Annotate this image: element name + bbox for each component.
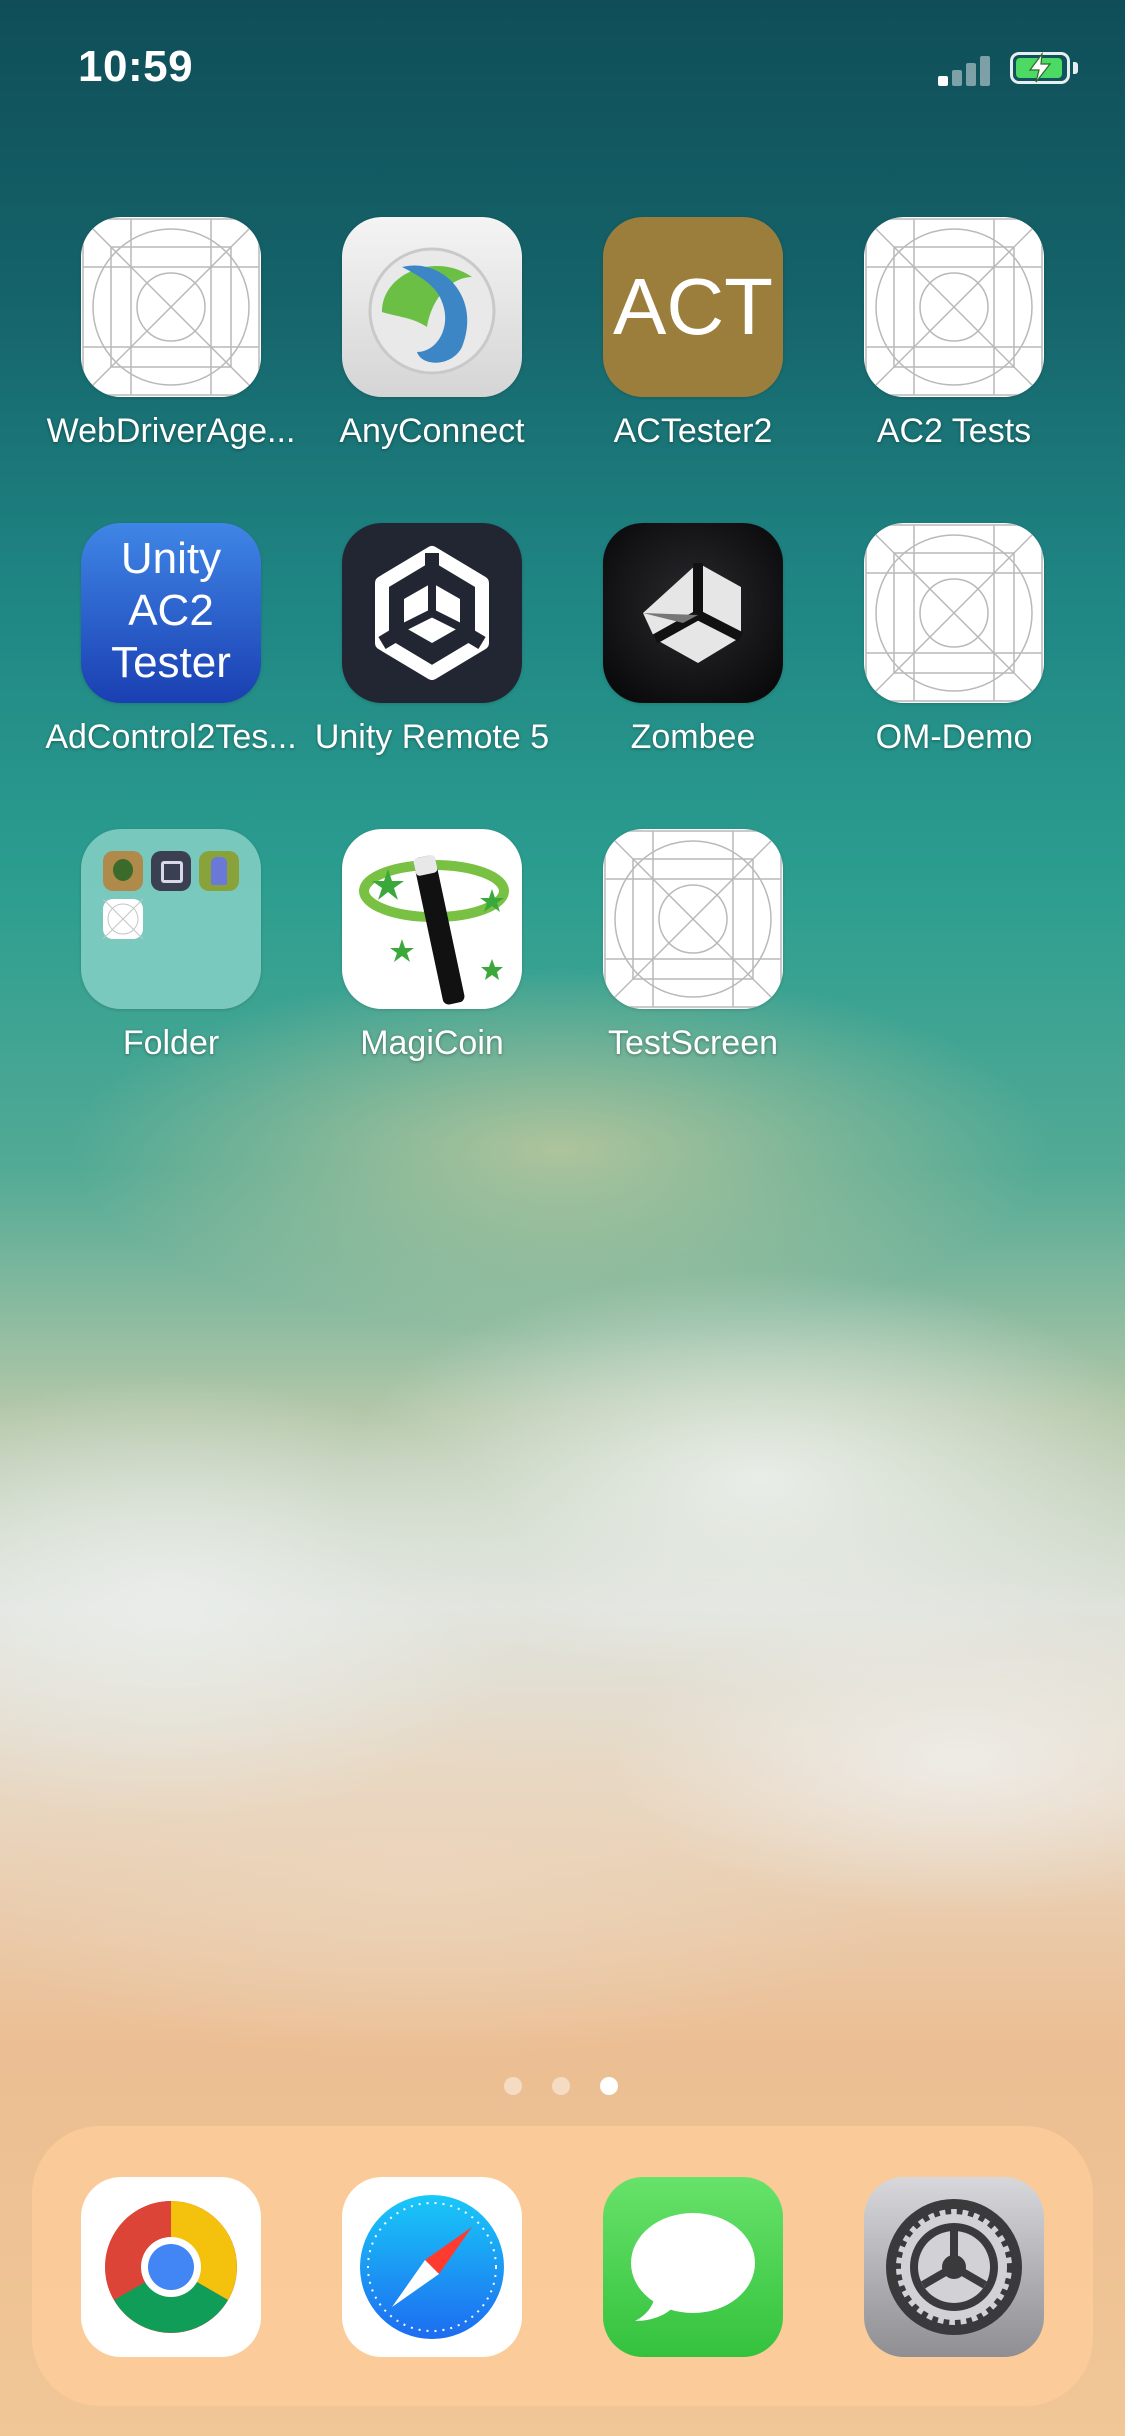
messages-bubble-icon[interactable]	[603, 2177, 783, 2357]
app-label: AdControl2Tes...	[45, 718, 297, 756]
app-unity-remote-5[interactable]: Unity Remote 5	[293, 523, 553, 783]
safari-compass-icon[interactable]	[342, 2177, 522, 2357]
folder-mini-icon-scan	[151, 851, 191, 891]
app-label: Unity Remote 5	[314, 718, 550, 756]
settings-gear-icon[interactable]	[864, 2177, 1044, 2357]
charging-bolt-icon	[1028, 51, 1052, 83]
app-zombee[interactable]: Zombee	[554, 523, 814, 783]
cellular-signal-icon	[938, 54, 996, 86]
act-icon[interactable]: ACT	[603, 217, 783, 397]
unity-logo-icon[interactable]	[342, 523, 522, 703]
icon-text-line: AC2	[128, 586, 214, 635]
app-actester2[interactable]: ACT ACTester2	[554, 217, 814, 477]
folder-mini-icon-placeholder	[103, 899, 143, 939]
app-ac2-tests[interactable]: AC2 Tests	[815, 217, 1075, 477]
app-folder[interactable]: Folder	[32, 829, 292, 1089]
anyconnect-icon[interactable]	[342, 217, 522, 397]
app-anyconnect[interactable]: AnyConnect	[293, 217, 553, 477]
app-adcontrol2tester[interactable]: Unity AC2 Tester AdControl2Tes...	[32, 523, 297, 783]
app-label: Folder	[122, 1024, 220, 1062]
unity-logo-dark-icon[interactable]	[603, 523, 783, 703]
app-label: WebDriverAge...	[46, 412, 296, 450]
app-label: TestScreen	[607, 1024, 779, 1062]
folder-mini-icon-wizard	[199, 851, 239, 891]
folder-icon[interactable]	[81, 829, 261, 1009]
app-om-demo[interactable]: OM-Demo	[815, 523, 1075, 783]
app-testscreen[interactable]: TestScreen	[554, 829, 814, 1089]
app-label: OM-Demo	[875, 718, 1033, 756]
app-webdriveragent[interactable]: WebDriverAge...	[32, 217, 295, 477]
page-dot-current[interactable]	[600, 2077, 618, 2095]
placeholder-grid-icon[interactable]	[603, 829, 783, 1009]
chrome-icon[interactable]	[81, 2177, 261, 2357]
app-label: AC2 Tests	[876, 412, 1032, 450]
placeholder-grid-icon[interactable]	[864, 523, 1044, 703]
app-label: MagiCoin	[360, 1024, 504, 1062]
page-dot[interactable]	[552, 2077, 570, 2095]
app-label: ACTester2	[613, 412, 773, 450]
battery-cap	[1073, 62, 1078, 74]
placeholder-grid-icon[interactable]	[864, 217, 1044, 397]
page-dot[interactable]	[504, 2077, 522, 2095]
status-time: 10:59	[78, 42, 194, 91]
app-label: Zombee	[630, 718, 756, 756]
icon-text-line: Tester	[111, 638, 231, 687]
home-screen: 10:59 WebDriverAge... AnyConnect ACT ACT…	[0, 0, 1125, 2436]
folder-mini-icon-tree	[103, 851, 143, 891]
act-icon-text: ACT	[613, 262, 773, 351]
icon-text-line: Unity	[120, 534, 222, 583]
magic-wand-icon[interactable]	[342, 829, 522, 1009]
app-label: AnyConnect	[339, 412, 525, 450]
placeholder-grid-icon[interactable]	[81, 217, 261, 397]
app-magicoin[interactable]: MagiCoin	[293, 829, 553, 1089]
page-indicator[interactable]	[500, 2077, 630, 2097]
unity-ac2-tester-icon[interactable]: Unity AC2 Tester	[81, 523, 261, 703]
